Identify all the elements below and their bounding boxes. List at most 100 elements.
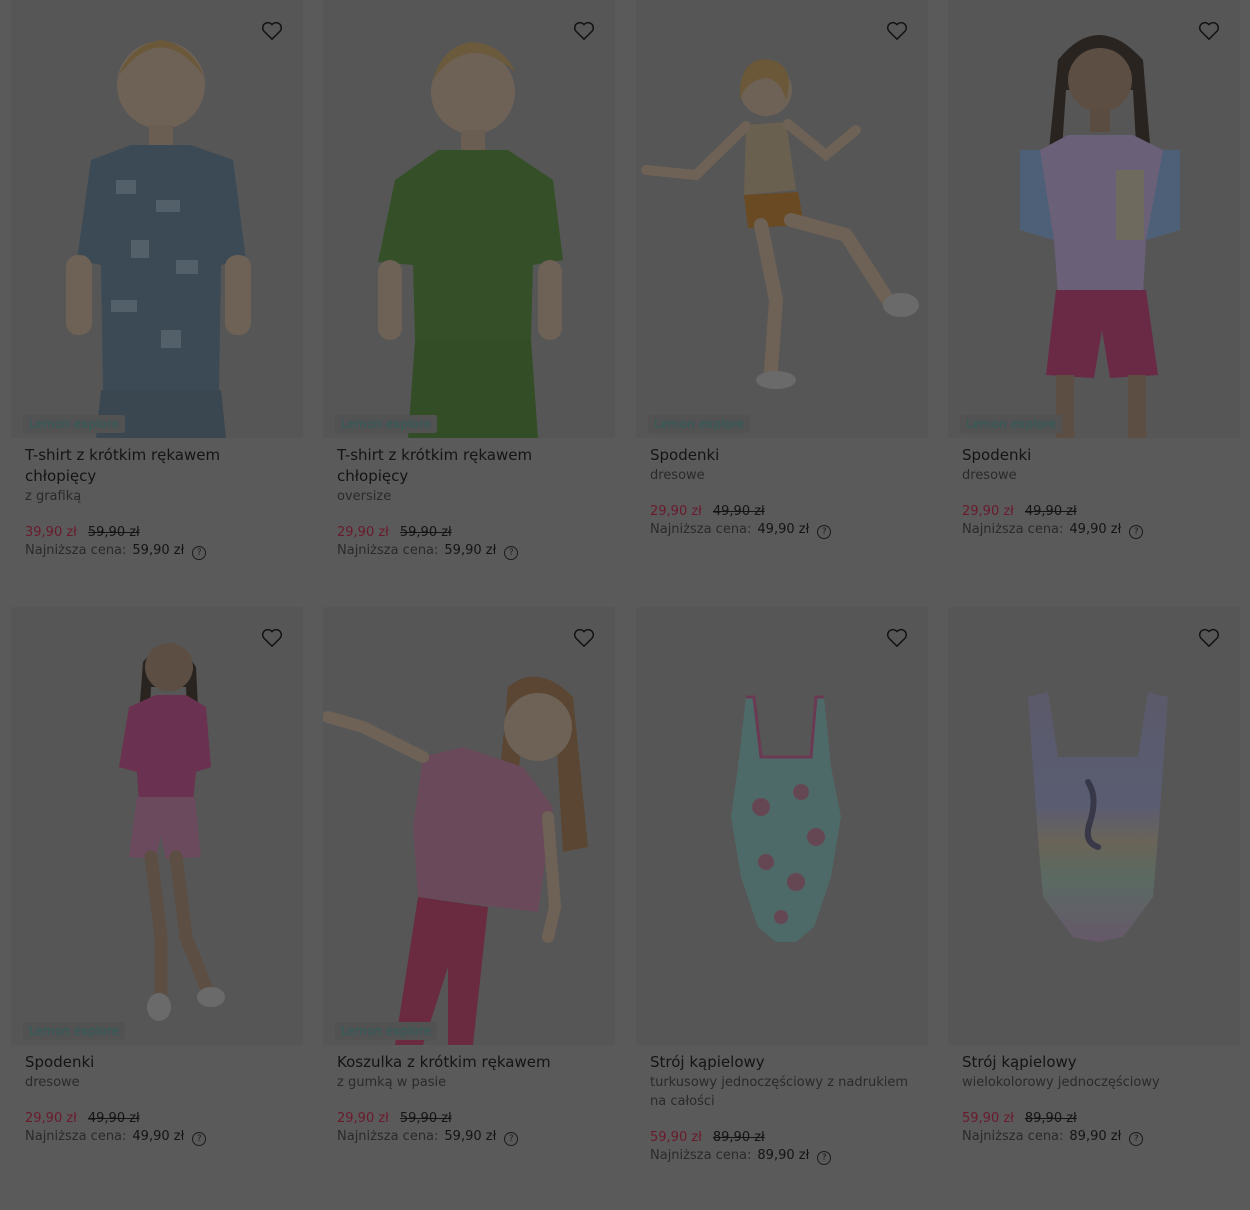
sale-price: 29,90 zł — [337, 1111, 389, 1126]
lowest-price-row: Najniższa cena: 49,90 zł? — [650, 521, 928, 539]
old-price: 49,90 zł — [712, 504, 765, 519]
product-photo — [66, 40, 251, 438]
lowest-price-value: 49,90 zł — [1069, 522, 1122, 537]
price-row: 29,90 zł 49,90 zł — [962, 503, 1240, 521]
lowest-price-value: 59,90 zł — [132, 543, 185, 558]
product-name[interactable]: Strój kąpielowy — [650, 1052, 920, 1073]
question-circle-icon[interactable]: ? — [817, 525, 832, 539]
product-subtitle: wielokolorowy jednoczęściowy — [962, 1075, 1160, 1090]
wishlist-heart-icon[interactable] — [261, 21, 283, 41]
product-card[interactable]: Lemon explore Spodenki dresowe 29,90 zł 4… — [636, 0, 928, 539]
price-row: 29,90 zł 59,90 zł — [337, 524, 615, 542]
lowest-price-row: Najniższa cena: 59,90 zł? — [337, 1128, 615, 1146]
lowest-price-label: Najniższa cena: — [337, 1129, 439, 1144]
product-photo — [1020, 35, 1180, 438]
old-price: 89,90 zł — [712, 1130, 765, 1145]
wishlist-heart-icon[interactable] — [886, 628, 908, 648]
price-row: 39,90 zł 59,90 zł — [25, 524, 303, 542]
sale-price: 39,90 zł — [25, 525, 77, 540]
product-subtitle: dresowe — [25, 1075, 80, 1090]
question-circle-icon[interactable]: ? — [504, 546, 519, 560]
product-name[interactable]: T-shirt z krótkim rękawem chłopięcy — [25, 445, 295, 487]
product-card[interactable]: Lemon explore Spodenki dresowe 29,90 zł 4… — [11, 607, 303, 1146]
wishlist-heart-icon[interactable] — [261, 628, 283, 648]
product-name[interactable]: Spodenki — [650, 445, 920, 466]
product-photo — [1028, 692, 1168, 942]
product-card[interactable]: Lemon explore T-shirt z krótkim rękawem … — [323, 0, 615, 560]
question-circle-icon[interactable]: ? — [1129, 1132, 1144, 1146]
product-image[interactable]: Lemon explore — [323, 607, 615, 1045]
product-subtitle: dresowe — [650, 468, 705, 483]
lowest-price-value: 89,90 zł — [1069, 1129, 1122, 1144]
product-image[interactable]: Lemon explore — [948, 0, 1240, 438]
product-image[interactable] — [948, 607, 1240, 1045]
product-subtitle: dresowe — [962, 468, 1017, 483]
brand-badge: Lemon explore — [960, 415, 1063, 433]
product-image[interactable]: Lemon explore — [11, 607, 303, 1045]
question-circle-icon[interactable]: ? — [1129, 525, 1144, 539]
product-subtitle: z grafiką — [25, 489, 82, 504]
product-subtitle: z gumką w pasie — [337, 1075, 447, 1090]
product-subtitle: oversize — [337, 489, 392, 504]
wishlist-heart-icon[interactable] — [573, 628, 595, 648]
lowest-price-label: Najniższa cena: — [25, 543, 127, 558]
sale-price: 29,90 zł — [337, 525, 389, 540]
product-photo — [641, 59, 919, 389]
sale-price: 59,90 zł — [650, 1130, 702, 1145]
question-circle-icon[interactable]: ? — [192, 1132, 207, 1146]
product-name[interactable]: Strój kąpielowy — [962, 1052, 1232, 1073]
old-price: 59,90 zł — [87, 525, 140, 540]
brand-badge: Lemon explore — [23, 1022, 126, 1040]
old-price: 49,90 zł — [1024, 504, 1077, 519]
lowest-price-label: Najniższa cena: — [962, 522, 1064, 537]
lowest-price-label: Najniższa cena: — [337, 543, 439, 558]
brand-badge: Lemon explore — [335, 1022, 438, 1040]
product-name[interactable]: Spodenki — [25, 1052, 295, 1073]
old-price: 59,90 zł — [399, 1111, 452, 1126]
price-row: 29,90 zł 59,90 zł — [337, 1110, 615, 1128]
lowest-price-value: 59,90 zł — [444, 1129, 497, 1144]
lowest-price-value: 49,90 zł — [757, 522, 810, 537]
product-card[interactable]: Lemon explore Spodenki dresowe 29,90 zł 4… — [948, 0, 1240, 539]
product-image[interactable]: Lemon explore — [323, 0, 615, 438]
question-circle-icon[interactable]: ? — [817, 1151, 832, 1165]
lowest-price-row: Najniższa cena: 49,90 zł? — [962, 521, 1240, 539]
price-row: 29,90 zł 49,90 zł — [650, 503, 928, 521]
product-photo — [323, 676, 588, 1045]
wishlist-heart-icon[interactable] — [1198, 628, 1220, 648]
price-row: 29,90 zł 49,90 zł — [25, 1110, 303, 1128]
lowest-price-label: Najniższa cena: — [25, 1129, 127, 1144]
lowest-price-row: Najniższa cena: 89,90 zł? — [962, 1128, 1240, 1146]
product-image[interactable]: Lemon explore — [636, 0, 928, 438]
product-photo — [119, 643, 225, 1021]
lowest-price-label: Najniższa cena: — [650, 522, 752, 537]
old-price: 89,90 zł — [1024, 1111, 1077, 1126]
product-card[interactable]: Lemon explore Koszulka z krótkim rękawem… — [323, 607, 615, 1146]
product-name[interactable]: Spodenki — [962, 445, 1232, 466]
wishlist-heart-icon[interactable] — [1198, 21, 1220, 41]
lowest-price-label: Najniższa cena: — [650, 1148, 752, 1163]
product-card[interactable]: Strój kąpielowy turkusowy jednoczęściowy… — [636, 607, 928, 1165]
old-price: 49,90 zł — [87, 1111, 140, 1126]
sale-price: 29,90 zł — [25, 1111, 77, 1126]
brand-badge: Lemon explore — [23, 415, 126, 433]
brand-badge: Lemon explore — [335, 415, 438, 433]
lowest-price-row: Najniższa cena: 89,90 zł? — [650, 1147, 928, 1165]
wishlist-heart-icon[interactable] — [886, 21, 908, 41]
product-card[interactable]: Lemon explore T-shirt z krótkim rękawem … — [11, 0, 303, 560]
wishlist-heart-icon[interactable] — [573, 21, 595, 41]
question-circle-icon[interactable]: ? — [504, 1132, 519, 1146]
lowest-price-row: Najniższa cena: 59,90 zł? — [25, 542, 303, 560]
sale-price: 29,90 zł — [962, 504, 1014, 519]
question-circle-icon[interactable]: ? — [192, 546, 207, 560]
product-name[interactable]: Koszulka z krótkim rękawem — [337, 1052, 607, 1073]
product-subtitle: turkusowy jednoczęściowy z nadrukiem na … — [650, 1075, 909, 1109]
lowest-price-label: Najniższa cena: — [962, 1129, 1064, 1144]
brand-badge: Lemon explore — [648, 415, 751, 433]
product-name[interactable]: T-shirt z krótkim rękawem chłopięcy — [337, 445, 607, 487]
product-image[interactable] — [636, 607, 928, 1045]
product-image[interactable]: Lemon explore — [11, 0, 303, 438]
sale-price: 59,90 zł — [962, 1111, 1014, 1126]
lowest-price-value: 89,90 zł — [757, 1148, 810, 1163]
product-card[interactable]: Strój kąpielowy wielokolorowy jednoczęśc… — [948, 607, 1240, 1146]
